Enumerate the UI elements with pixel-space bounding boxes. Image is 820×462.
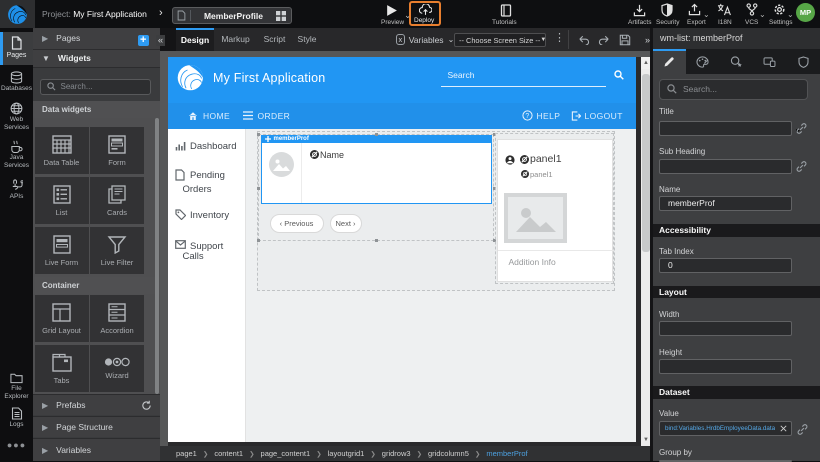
svg-text:?: ? [525,113,529,120]
